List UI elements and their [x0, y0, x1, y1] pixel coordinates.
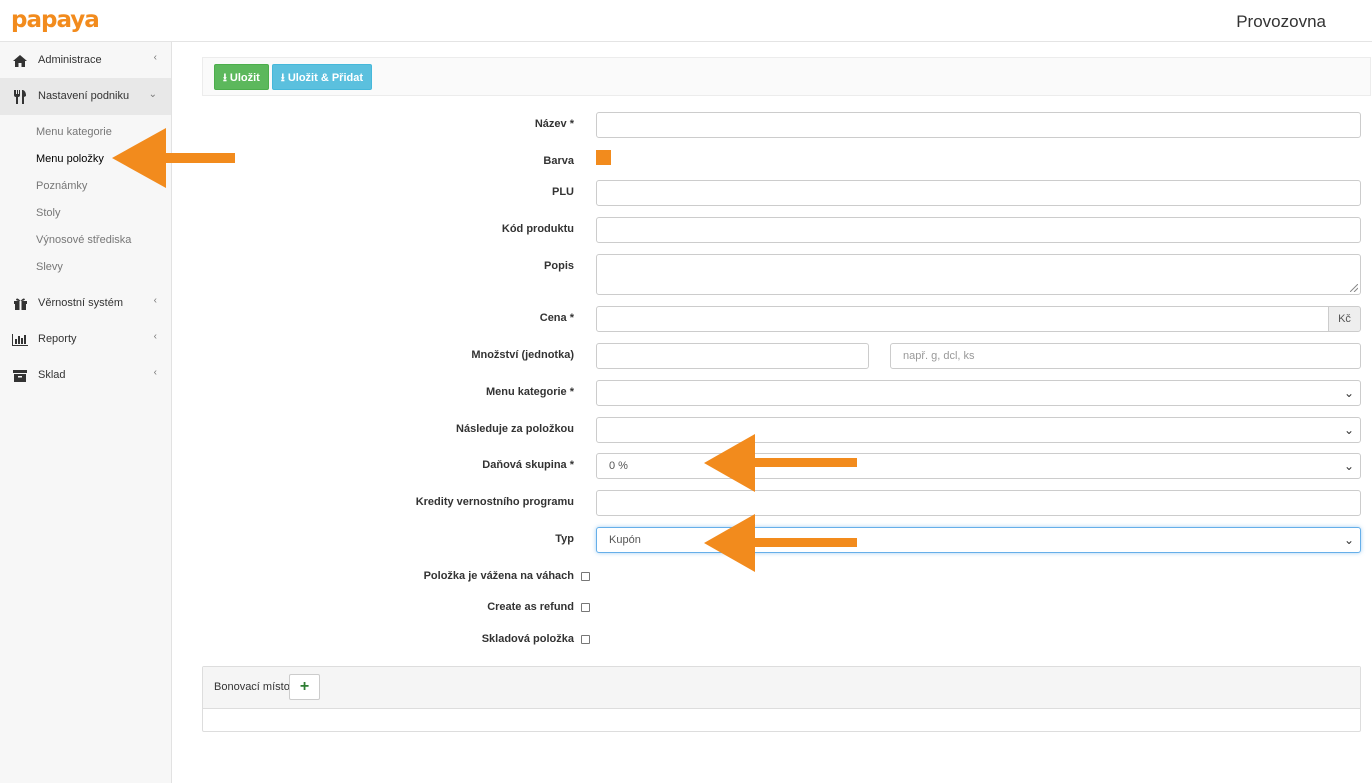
quantity-input[interactable]	[596, 343, 869, 369]
menu-category-select[interactable]: ⌄	[596, 380, 1361, 406]
weighed-label: Položka je vážena na váhach	[423, 570, 574, 582]
save-and-add-button[interactable]: ⭳ Uložit & Přidat	[271, 64, 372, 90]
type-label: Typ	[555, 533, 574, 545]
sidebar-item-label: Reporty	[38, 333, 77, 345]
color-swatch[interactable]	[596, 150, 611, 165]
chevron-down-icon: ⌄	[1343, 423, 1354, 437]
chevron-down-icon: ⌄	[148, 89, 157, 100]
plu-input[interactable]	[596, 180, 1361, 206]
bonovaci-misto-panel: Bonovací místo +	[202, 666, 1361, 732]
name-label: Název *	[534, 118, 574, 130]
loyalty-credits-input[interactable]	[596, 490, 1361, 516]
annotation-arrow-menu-polozky	[112, 128, 235, 188]
archive-icon	[12, 357, 28, 393]
sidebar-item-label: Administrace	[38, 54, 102, 66]
sidebar-item-administrace[interactable]: Administrace ‹	[0, 42, 171, 78]
sidebar-item-nastaveni-podniku[interactable]: Nastavení podniku ⌄	[0, 78, 171, 115]
annotation-arrow-type	[704, 514, 857, 572]
panel-header: Bonovací místo +	[203, 667, 1360, 709]
tax-group-label: Daňová skupina *	[482, 459, 574, 471]
form-toolbar: ⭳ Uložit ⭳ Uložit & Přidat	[202, 57, 1371, 96]
chevron-left-icon: ‹	[153, 52, 157, 63]
description-label: Popis	[544, 260, 574, 272]
plu-label: PLU	[552, 186, 574, 198]
description-textarea[interactable]	[596, 254, 1361, 295]
price-input[interactable]	[596, 306, 1329, 332]
menu-category-label: Menu kategorie *	[485, 386, 574, 398]
resize-handle-icon[interactable]	[1350, 284, 1358, 292]
sidebar-item-label: Nastavení podniku	[38, 90, 130, 102]
download-icon: ⭳	[280, 72, 288, 84]
cutlery-icon	[12, 78, 28, 115]
product-code-label: Kód produktu	[501, 223, 574, 235]
submenu-item-slevy[interactable]: Slevy	[0, 254, 171, 281]
download-icon: ⭳	[223, 72, 230, 84]
weighed-checkbox[interactable]	[581, 572, 590, 581]
name-input[interactable]	[596, 112, 1361, 138]
chevron-down-icon: ⌄	[1343, 386, 1354, 400]
color-label: Barva	[543, 155, 574, 167]
content-area: ⭳ Uložit ⭳ Uložit & Přidat	[202, 57, 1371, 96]
chevron-left-icon: ‹	[153, 295, 157, 306]
sidebar-item-sklad[interactable]: Sklad ‹	[0, 357, 171, 393]
sidebar-item-label: Věrnostní systém	[38, 297, 123, 309]
plus-icon: +	[299, 678, 310, 695]
submenu-item-stoly[interactable]: Stoly	[0, 200, 171, 227]
sidebar-item-reporty[interactable]: Reporty ‹	[0, 321, 171, 357]
papaya-logo[interactable]: papaya	[11, 7, 100, 33]
chevron-left-icon: ‹	[153, 367, 157, 378]
chevron-down-icon: ⌄	[1343, 533, 1354, 547]
sidebar-item-vernostni-system[interactable]: Věrnostní systém ‹	[0, 285, 171, 321]
annotation-arrow-tax-group	[704, 434, 857, 492]
stock-item-checkbox[interactable]	[581, 635, 590, 644]
home-icon	[12, 42, 28, 78]
bar-chart-icon	[12, 321, 28, 357]
quantity-label: Množství (jednotka)	[471, 349, 574, 361]
top-bar: papaya Provozovna	[0, 0, 1372, 42]
product-code-input[interactable]	[596, 217, 1361, 243]
unit-input[interactable]: např. g, dcl, ks	[890, 343, 1361, 369]
currency-addon: Kč	[1328, 306, 1361, 332]
submenu-item-vynosove-strediska[interactable]: Výnosové střediska	[0, 227, 171, 254]
refund-label: Create as refund	[487, 601, 574, 613]
page-title: Provozovna	[1236, 12, 1326, 31]
gift-icon	[12, 285, 28, 321]
stock-item-label: Skladová položka	[481, 633, 574, 645]
follows-item-label: Následuje za položkou	[456, 423, 574, 435]
refund-checkbox[interactable]	[581, 603, 590, 612]
loyalty-credits-label: Kredity vernostního programu	[415, 496, 574, 508]
chevron-down-icon: ⌄	[1343, 459, 1354, 473]
panel-title: Bonovací místo	[214, 681, 290, 693]
price-label: Cena *	[539, 312, 574, 324]
add-bonovaci-misto-button[interactable]: +	[289, 674, 320, 700]
sidebar-item-label: Sklad	[38, 369, 66, 381]
chevron-left-icon: ‹	[153, 331, 157, 342]
save-button[interactable]: ⭳ Uložit	[214, 64, 269, 90]
